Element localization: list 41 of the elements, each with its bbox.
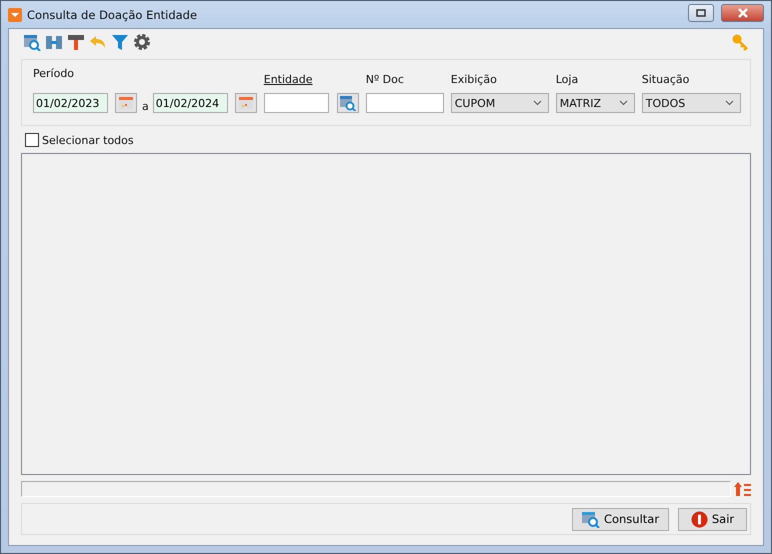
end-date-field[interactable]: 01/02/2024 — [152, 93, 228, 113]
filter-label: Situação — [642, 73, 690, 87]
action-button[interactable]: Sair — [678, 508, 747, 530]
filter-label: Loja — [556, 73, 580, 87]
exit-icon — [690, 510, 708, 528]
gear-icon[interactable] — [133, 33, 151, 51]
search-window-icon — [340, 95, 356, 111]
app-icon — [8, 8, 22, 22]
sort-icon[interactable] — [734, 481, 751, 497]
search-window-icon — [582, 510, 600, 528]
start-date-field[interactable]: 01/02/2023 — [33, 93, 108, 113]
chevron-down-icon — [618, 100, 628, 106]
dropdown[interactable]: CUPOM — [450, 93, 549, 113]
entity-link[interactable]: Entidade — [264, 73, 359, 87]
period-label: Período — [33, 67, 76, 81]
window-title: Consulta de Doação Entidade — [27, 8, 198, 22]
calendar-icon — [119, 97, 133, 109]
dropdown[interactable]: TODOS — [642, 93, 741, 113]
close-icon — [736, 8, 748, 18]
search-button[interactable] — [336, 93, 359, 113]
filter-icon[interactable] — [111, 33, 129, 51]
doc-number-field[interactable] — [366, 93, 444, 113]
dropdown[interactable]: MATRIZ — [556, 93, 635, 113]
close-button[interactable] — [721, 4, 764, 22]
search-window-icon[interactable] — [23, 33, 41, 51]
entity-field[interactable] — [264, 93, 329, 113]
chevron-down-icon — [532, 100, 542, 106]
calendar-button[interactable] — [234, 93, 257, 113]
calendar-button[interactable] — [115, 93, 137, 113]
hammer-icon[interactable] — [67, 33, 85, 51]
select-all-checkbox[interactable]: Selecionar todos — [25, 133, 751, 147]
calendar-icon — [238, 97, 253, 109]
action-button[interactable]: Consultar — [572, 508, 669, 530]
connector-icon[interactable] — [45, 33, 63, 51]
restore-button[interactable] — [688, 4, 714, 22]
filter-label: Exibição — [450, 73, 498, 87]
key-icon[interactable] — [731, 33, 749, 51]
doc-number-label: Nº Doc — [366, 73, 405, 87]
separator-text: a — [142, 100, 149, 112]
restore-icon — [696, 8, 706, 16]
chevron-down-icon — [724, 100, 734, 106]
